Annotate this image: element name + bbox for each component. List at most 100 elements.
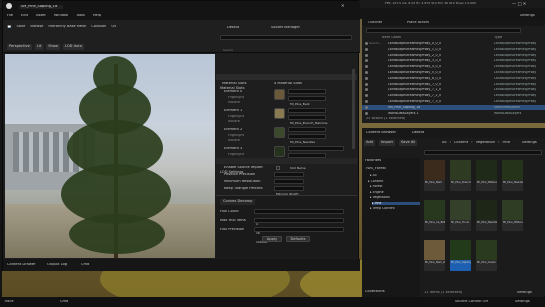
table-row[interactable]: LandscapeStreamingProxy_7_0_0 LandscapeSt… [362,82,545,88]
table-row[interactable]: LandscapeStreamingProxy_7_3_0 LandscapeSt… [362,99,545,105]
table-row[interactable]: LandscapeStreamingProxy_2_0_0 LandscapeSt… [362,53,545,59]
content-drawer-button[interactable]: Content Drawer [7,263,36,267]
asset-tile[interactable]: MI_Pine_Sapling_1a [450,240,471,271]
asset-tile[interactable]: MI_Pine_Trunk [450,200,471,231]
menu-help[interactable]: Help [93,14,101,18]
project-header[interactable]: TWS_Forest [365,167,386,171]
material-dropdown[interactable]: MI_Pine_Needles [288,127,326,144]
menu-file[interactable]: File [7,14,13,18]
slot-name-input[interactable]: Slot Name [288,134,326,151]
table-row[interactable]: LandscapeStreamingProxy_6_0_0 LandscapeSt… [362,76,545,82]
favorites-header[interactable]: Favorites [365,159,381,163]
window-controls[interactable]: — □ ✕ [512,2,526,6]
visibility-eye-icon[interactable] [365,82,368,86]
slot-name-input[interactable]: Slot Name [288,96,326,113]
tree-item[interactable]: ▸ Vegetation [370,196,420,199]
menu-tools[interactable]: Tools [76,14,85,18]
status-settings[interactable]: Settings [515,300,530,304]
asset-tile[interactable]: MI_Pine_Billboard [502,200,523,231]
visibility-eye-icon[interactable] [365,53,368,57]
asset-tile[interactable]: MI_Pine_Needles [476,200,497,231]
details-tab[interactable]: Details [227,26,239,30]
tree-item[interactable]: ▸ Content [368,180,420,183]
table-row[interactable]: LandscapeStreamingProxy_5_0_0 LandscapeSt… [362,70,545,76]
material-dropdown[interactable]: MI_Pine_Branch_Mainline [288,108,327,125]
perspective-button[interactable]: Perspective [7,44,32,50]
visibility-eye-icon[interactable] [365,71,368,74]
position-precision-dropdown[interactable]: Auto [274,172,304,189]
material-dropdown[interactable]: MI_Pine_Bark [288,89,326,106]
cmd-input[interactable]: Cmd [81,263,89,267]
cb-settings-button[interactable]: Settings [522,141,537,145]
settings-button[interactable]: Settings [520,14,535,18]
table-row[interactable]: LandscapeStreamingProxy_4_0_0 LandscapeSt… [362,64,545,70]
details-search-input[interactable]: Search [220,35,352,52]
minimum-resolution-dropdown[interactable]: Minimal (Draft) [274,179,304,196]
mesh-viewport[interactable] [5,54,215,258]
material-thumbnail[interactable] [274,127,285,138]
material-thumbnail[interactable] [274,146,285,157]
show-button[interactable]: Show [46,44,60,50]
tree-item[interactable]: ▸ Pine [372,201,420,205]
table-row[interactable]: SM_Pine_Sapling_1a StaticMeshActor [362,104,545,111]
source-control-status[interactable]: Source Control Off [455,300,488,304]
visibility-eye-icon[interactable] [365,76,368,80]
details-scrollbar[interactable] [352,69,355,149]
asset-tile[interactable]: MI_Pine_Billboard [476,160,497,191]
save-all-button[interactable]: Save All [398,140,418,146]
add-button[interactable]: Add [364,140,375,146]
visibility-eye-icon[interactable] [365,65,368,69]
visibility-eye-icon[interactable] [365,94,368,98]
lit-button[interactable]: Lit [34,44,44,50]
table-row[interactable]: LandscapeStreamingProxy_7_2_0 LandscapeSt… [362,93,545,99]
menu-edit[interactable]: Edit [21,14,28,18]
table-row[interactable]: LandscapeStreamingProxy_1_0_0 LandscapeSt… [362,47,545,53]
save-button[interactable]: Save [16,25,25,29]
asset-tile[interactable]: MI_Pine_Branch_Branch [450,160,471,191]
asset-tab[interactable]: SM_Pine_Sapling_1a [19,5,64,9]
breadcrumb-item[interactable]: Vegetation [476,141,495,145]
visibility-eye-icon[interactable] [365,100,368,103]
menu-window[interactable]: Window [54,14,68,18]
slot-name-input[interactable]: Slot Name [288,115,326,132]
tree-item[interactable]: ▸ All [370,174,420,177]
material-thumbnail[interactable] [274,89,285,100]
visibility-eye-icon[interactable] [365,42,368,45]
uv-button[interactable]: UV [111,25,116,29]
material-slots-section[interactable]: Material Slots [216,74,357,90]
asset-tile[interactable]: MI_Pine_1a_Billboard [424,200,445,231]
keep-triangle-input[interactable]: 100 [274,186,304,203]
close-icon[interactable]: ✕ [341,4,345,8]
hull-count-slider[interactable]: 4 [254,209,344,226]
browse-button[interactable]: Browse [30,25,43,29]
visibility-eye-icon[interactable] [365,88,368,92]
max-verts-slider[interactable]: 16 [254,218,344,235]
column-type[interactable]: Type [494,36,502,40]
column-item-label[interactable]: Item Label [382,36,401,40]
apply-button[interactable]: Apply [262,236,282,242]
visibility-eye-icon[interactable] [365,59,368,63]
table-row[interactable]: LandscapeStreamingProxy_7_1_0 LandscapeSt… [362,87,545,93]
convex-decomp-tab[interactable]: Convex Decomp [220,199,256,205]
breadcrumb-item[interactable]: All [442,141,446,145]
visibility-eye-icon[interactable] [365,111,368,115]
visibility-eye-icon[interactable] [365,105,368,109]
menu-asset[interactable]: Asset [36,14,46,18]
collision-button[interactable]: Collision [91,25,106,29]
tree-item[interactable]: ▸ Forest [370,185,420,188]
visibility-eye-icon[interactable] [365,47,368,51]
socket-manager-tab[interactable]: Socket Manager [271,26,300,30]
table-row[interactable]: LandscapeStreamingProxy_3_0_0 LandscapeSt… [362,58,545,64]
material-thumbnail[interactable] [274,108,285,119]
asset-tile[interactable]: MI_Pine_Bark [424,160,445,191]
import-button[interactable]: Import [378,140,395,146]
lod-button[interactable]: LOD Auto [62,44,84,50]
defaults-button[interactable]: Defaults [286,236,310,242]
tree-item[interactable]: ▸ Engine [370,191,420,194]
collections-header[interactable]: Collections [365,290,385,294]
outliner-search-input[interactable]: Search... [366,28,521,45]
asset-tile[interactable]: MI_Pine_Bark_Roughness [424,240,445,271]
asset-search-input[interactable]: Search Pine [424,150,542,167]
output-log-button[interactable]: Output Log [47,263,67,267]
content-browser-tab[interactable]: Content Browser [366,131,396,135]
